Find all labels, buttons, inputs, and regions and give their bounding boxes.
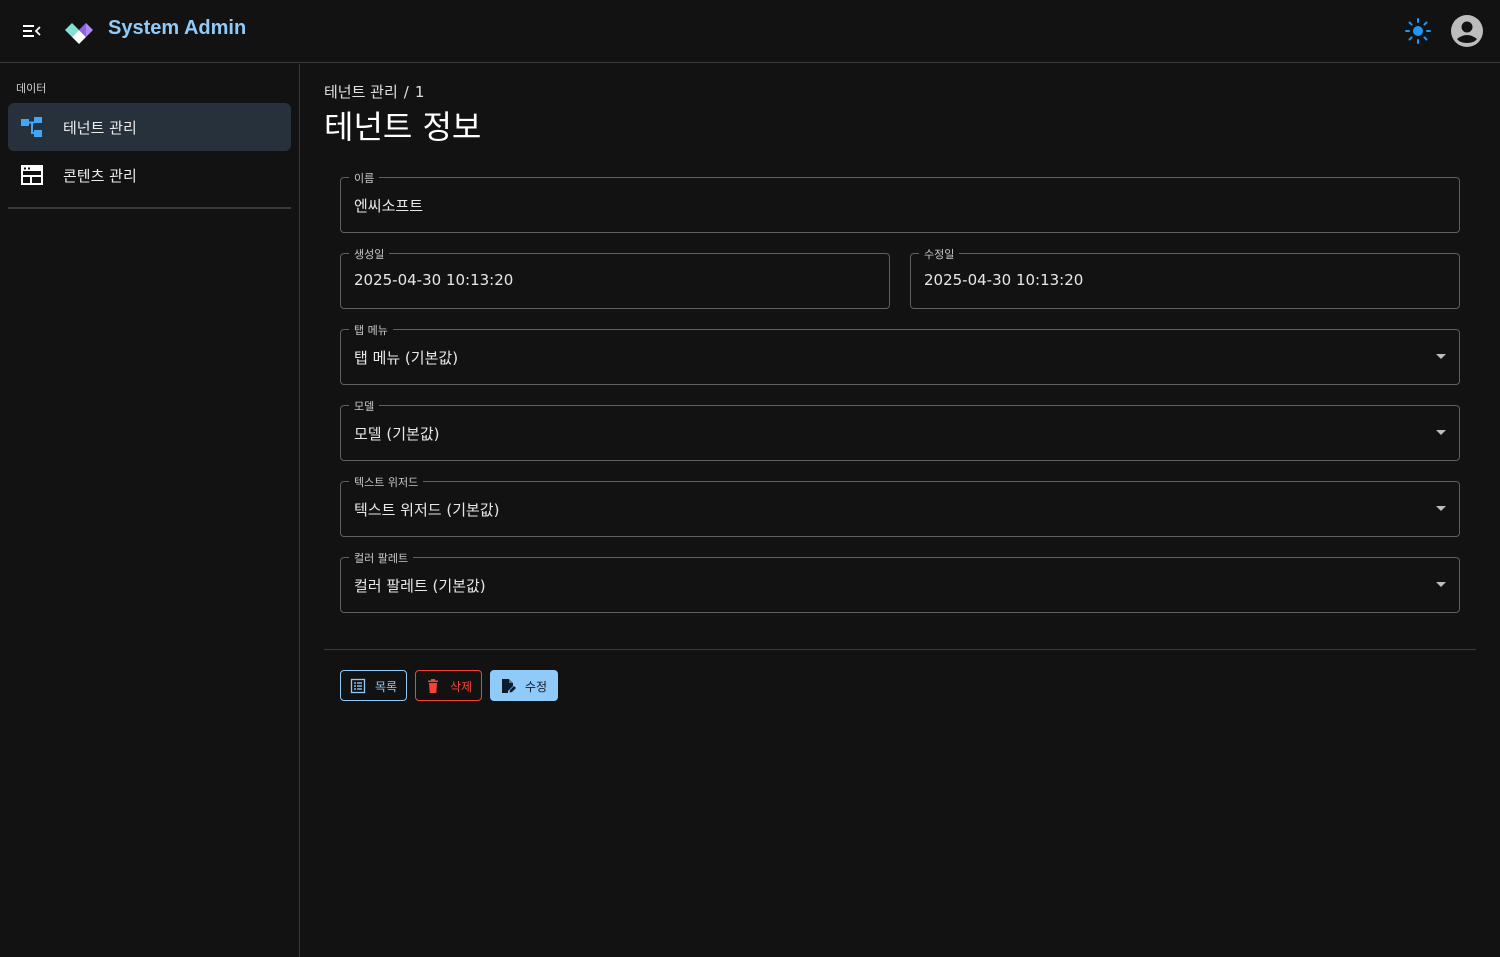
list-icon xyxy=(350,678,366,694)
chevron-down-icon[interactable] xyxy=(1436,354,1446,359)
web-layout-icon xyxy=(20,163,44,187)
sun-icon[interactable] xyxy=(1403,16,1433,46)
tab-menu-value: 탭 메뉴 (기본값) xyxy=(354,349,459,367)
edit-button-label: 수정 xyxy=(525,680,548,694)
sidebar: 데이터 테넌트 관리 콘텐츠 관리 xyxy=(0,64,300,957)
created-date-value: 2025-04-30 10:13:20 xyxy=(354,271,514,289)
created-date-label: 생성일 xyxy=(349,246,390,262)
trash-icon xyxy=(425,678,441,694)
list-button-label: 목록 xyxy=(375,680,398,694)
account-tree-icon xyxy=(20,115,44,139)
sidebar-item-tenant-management[interactable]: 테넌트 관리 xyxy=(8,103,291,151)
model-label: 모델 xyxy=(349,398,380,414)
model-select[interactable]: 모델 모델 (기본값) xyxy=(340,398,1460,461)
chevron-down-icon[interactable] xyxy=(1436,582,1446,587)
delete-button-label: 삭제 xyxy=(450,680,473,694)
tab-menu-label: 탭 메뉴 xyxy=(349,322,393,338)
sidebar-item-content-management[interactable]: 콘텐츠 관리 xyxy=(8,151,291,199)
updated-date-value: 2025-04-30 10:13:20 xyxy=(924,271,1084,289)
updated-date-field[interactable]: 수정일 2025-04-30 10:13:20 xyxy=(910,246,1460,309)
breadcrumb-parent-link[interactable]: 테넌트 관리 xyxy=(324,83,398,101)
updated-date-label: 수정일 xyxy=(919,246,960,262)
sidebar-section-label: 데이터 xyxy=(16,82,47,95)
form-divider xyxy=(324,649,1476,650)
name-field-label: 이름 xyxy=(349,170,380,186)
sidebar-item-label: 테넌트 관리 xyxy=(63,119,137,137)
sidebar-divider xyxy=(8,207,291,209)
name-field[interactable]: 이름 엔씨소프트 xyxy=(340,170,1460,233)
chevron-down-icon[interactable] xyxy=(1436,506,1446,511)
text-wizard-select[interactable]: 텍스트 위저드 텍스트 위저드 (기본값) xyxy=(340,474,1460,537)
name-field-value: 엔씨소프트 xyxy=(354,197,424,215)
sidebar-item-label: 콘텐츠 관리 xyxy=(63,167,137,185)
text-wizard-label: 텍스트 위저드 xyxy=(349,474,424,490)
color-palette-label: 컬러 팔레트 xyxy=(349,550,414,566)
text-wizard-value: 텍스트 위저드 (기본값) xyxy=(354,501,500,519)
created-date-field[interactable]: 생성일 2025-04-30 10:13:20 xyxy=(340,246,890,309)
chevron-down-icon[interactable] xyxy=(1436,430,1446,435)
breadcrumb-current: 1 xyxy=(414,83,425,101)
edit-document-icon xyxy=(500,678,516,694)
breadcrumb-separator: / xyxy=(403,83,409,101)
breadcrumb: 테넌트 관리 / 1 xyxy=(324,81,430,102)
edit-button[interactable]: 수정 xyxy=(490,670,558,701)
tab-menu-select[interactable]: 탭 메뉴 탭 메뉴 (기본값) xyxy=(340,322,1460,385)
app-title[interactable]: System Admin xyxy=(108,17,246,40)
account-circle-icon[interactable] xyxy=(1450,14,1484,48)
top-app-bar: System Admin xyxy=(0,0,1500,63)
delete-button[interactable]: 삭제 xyxy=(415,670,482,701)
model-value: 모델 (기본값) xyxy=(354,425,440,443)
page-title: 테넌트 정보 xyxy=(324,108,482,146)
menu-collapse-icon[interactable] xyxy=(14,16,48,46)
color-palette-value: 컬러 팔레트 (기본값) xyxy=(354,577,486,595)
list-button[interactable]: 목록 xyxy=(340,670,407,701)
color-palette-select[interactable]: 컬러 팔레트 컬러 팔레트 (기본값) xyxy=(340,550,1460,613)
logo-icon xyxy=(64,19,96,45)
